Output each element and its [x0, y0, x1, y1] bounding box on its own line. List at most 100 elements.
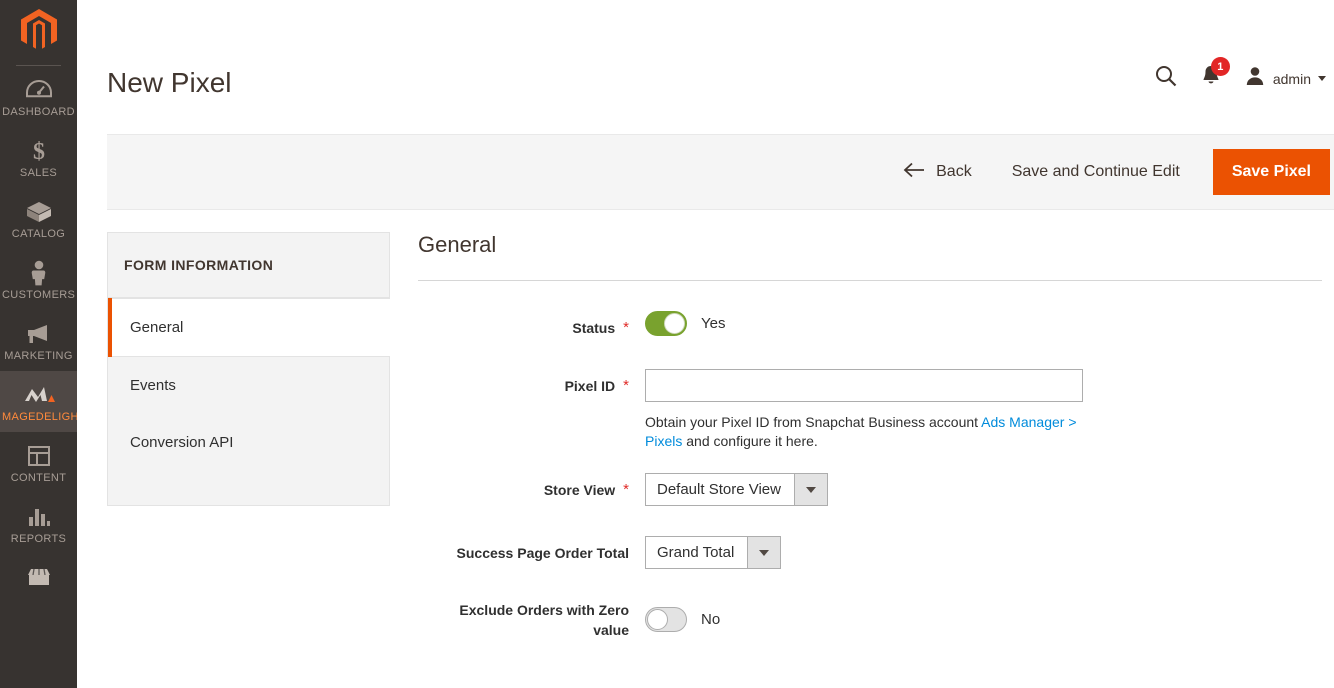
form-information-title: FORM INFORMATION [108, 233, 389, 298]
sidebar-item-label: MAGEDELIGHT [2, 411, 86, 423]
dollar-sign-icon: $ [2, 138, 75, 164]
form-nav-item-label: Events [130, 377, 176, 394]
user-avatar-icon [1244, 65, 1266, 92]
field-label-store-view: Store View [543, 482, 616, 498]
store-view-select[interactable]: Default Store View [645, 473, 828, 506]
arrow-left-icon [903, 162, 925, 183]
status-toggle-value: Yes [701, 315, 726, 332]
sidebar-item-customers[interactable]: CUSTOMERS [0, 249, 77, 310]
field-label-pixel-id: Pixel ID [564, 378, 616, 394]
header-actions: 1 admin [1154, 57, 1326, 93]
sidebar-item-marketing[interactable]: MARKETING [0, 310, 77, 371]
chevron-down-icon [793, 474, 827, 505]
bar-chart-icon [2, 504, 75, 530]
sidebar-item-content[interactable]: CONTENT [0, 432, 77, 493]
admin-user-menu[interactable]: admin [1244, 65, 1326, 92]
required-indicator: * [623, 377, 629, 394]
field-label-success-total-wrap: Success Page Order Total [418, 536, 637, 563]
magedelight-icon [2, 382, 75, 408]
sidebar-item-magedelight[interactable]: MAGEDELIGHT [0, 371, 86, 432]
sidebar-item-dashboard[interactable]: DASHBOARD [0, 66, 77, 127]
field-row-store-view: Store View * Default Store View [418, 473, 1322, 506]
form-nav-item-label: General [130, 319, 184, 336]
form-content: General Status * Yes Pixel ID * Obtain y… [418, 232, 1334, 640]
chevron-down-icon [747, 537, 781, 568]
admin-sidebar: DASHBOARD $ SALES CATALOG CUSTOMERS MARK… [0, 0, 86, 688]
success-page-order-total-select[interactable]: Grand Total [645, 536, 782, 569]
success-page-order-total-selected-value: Grand Total [657, 544, 735, 561]
section-title-general: General [418, 232, 1322, 281]
page-title: New Pixel [107, 67, 232, 98]
admin-user-name: admin [1272, 70, 1311, 87]
page-actions-toolbar: Back Save and Continue Edit Save Pixel [107, 134, 1334, 210]
field-label-status-wrap: Status * [418, 311, 637, 338]
exclude-zero-toggle-value: No [701, 611, 721, 628]
field-control-success-page-order-total: Grand Total [637, 536, 1322, 569]
layout-icon [2, 443, 75, 469]
megaphone-icon [2, 321, 75, 347]
store-view-selected-value: Default Store View [657, 481, 781, 498]
pixel-id-note-prefix: Obtain your Pixel ID from Snapchat Busin… [645, 414, 982, 430]
sidebar-item-catalog[interactable]: CATALOG [0, 188, 77, 249]
sidebar-item-label: DASHBOARD [2, 106, 75, 118]
field-row-success-page-order-total: Success Page Order Total Grand Total [418, 536, 1322, 569]
sidebar-item-label: CATALOG [11, 228, 66, 240]
back-button-label: Back [936, 163, 972, 180]
sidebar-item-label: MARKETING [4, 350, 73, 362]
chevron-down-icon [1318, 76, 1326, 81]
pixel-id-note-suffix: and configure it here. [682, 433, 818, 449]
field-label-status: Status [572, 320, 616, 336]
page-header: New Pixel 1 admin [77, 0, 1334, 134]
form-nav-item-label: Conversion API [130, 434, 234, 451]
sidebar-item-sales[interactable]: $ SALES [0, 127, 77, 188]
sidebar-item-label: CUSTOMERS [2, 289, 76, 301]
magento-logo-icon [20, 9, 57, 56]
field-control-store-view: Default Store View [637, 473, 1322, 506]
storefront-icon [2, 565, 75, 591]
sidebar-item-reports[interactable]: REPORTS [0, 493, 77, 554]
form-navigation-panel: FORM INFORMATION General Events Conversi… [107, 232, 390, 506]
field-label-store-view-wrap: Store View * [418, 473, 637, 500]
toggle-knob [664, 313, 685, 334]
sidebar-item-label: REPORTS [10, 533, 67, 545]
required-indicator: * [623, 319, 629, 336]
field-label-success-page-order-total: Success Page Order Total [456, 545, 629, 561]
field-row-exclude-zero-orders: Exclude Orders with Zero value No [418, 597, 1322, 640]
field-row-status: Status * Yes [418, 311, 1322, 338]
sidebar-item-stores[interactable] [0, 554, 77, 603]
exclude-zero-toggle-line: No [645, 607, 1322, 632]
field-control-status: Yes [637, 311, 1322, 336]
form-nav-item-events[interactable]: Events [108, 357, 389, 414]
svg-text:$: $ [33, 139, 45, 164]
field-label-exclude-zero-wrap: Exclude Orders with Zero value [418, 597, 637, 640]
notification-count-badge: 1 [1210, 57, 1230, 76]
form-nav-item-general[interactable]: General [108, 298, 390, 357]
form-nav-item-conversion-api[interactable]: Conversion API [108, 414, 389, 471]
field-row-pixel-id: Pixel ID * Obtain your Pixel ID from Sna… [418, 369, 1322, 451]
save-and-continue-button[interactable]: Save and Continue Edit [1008, 156, 1184, 188]
sidebar-item-label: SALES [19, 167, 58, 179]
form-body: FORM INFORMATION General Events Conversi… [77, 210, 1334, 688]
pixel-id-input[interactable] [645, 369, 1083, 402]
required-indicator: * [623, 481, 629, 498]
page-container: New Pixel 1 admin Back Save and Continue… [77, 0, 1334, 688]
search-button[interactable] [1154, 64, 1178, 93]
back-button[interactable]: Back [903, 162, 972, 183]
toggle-knob [647, 609, 668, 630]
field-label-exclude-orders-zero-value: Exclude Orders with Zero value [459, 602, 629, 638]
magento-logo[interactable] [0, 0, 77, 65]
save-pixel-button[interactable]: Save Pixel [1212, 149, 1330, 195]
search-icon [1154, 64, 1178, 93]
field-label-pixel-id-wrap: Pixel ID * [418, 369, 637, 396]
sidebar-item-label: CONTENT [10, 472, 67, 484]
dashboard-icon [2, 77, 75, 103]
pixel-id-note: Obtain your Pixel ID from Snapchat Busin… [645, 413, 1089, 451]
field-control-exclude-zero: No [637, 597, 1322, 632]
box-icon [2, 199, 75, 225]
person-icon [2, 260, 75, 286]
notifications-button[interactable]: 1 [1200, 57, 1230, 93]
status-toggle[interactable] [645, 311, 687, 336]
status-toggle-line: Yes [645, 311, 1322, 336]
field-control-pixel-id: Obtain your Pixel ID from Snapchat Busin… [637, 369, 1322, 451]
exclude-zero-toggle[interactable] [645, 607, 687, 632]
